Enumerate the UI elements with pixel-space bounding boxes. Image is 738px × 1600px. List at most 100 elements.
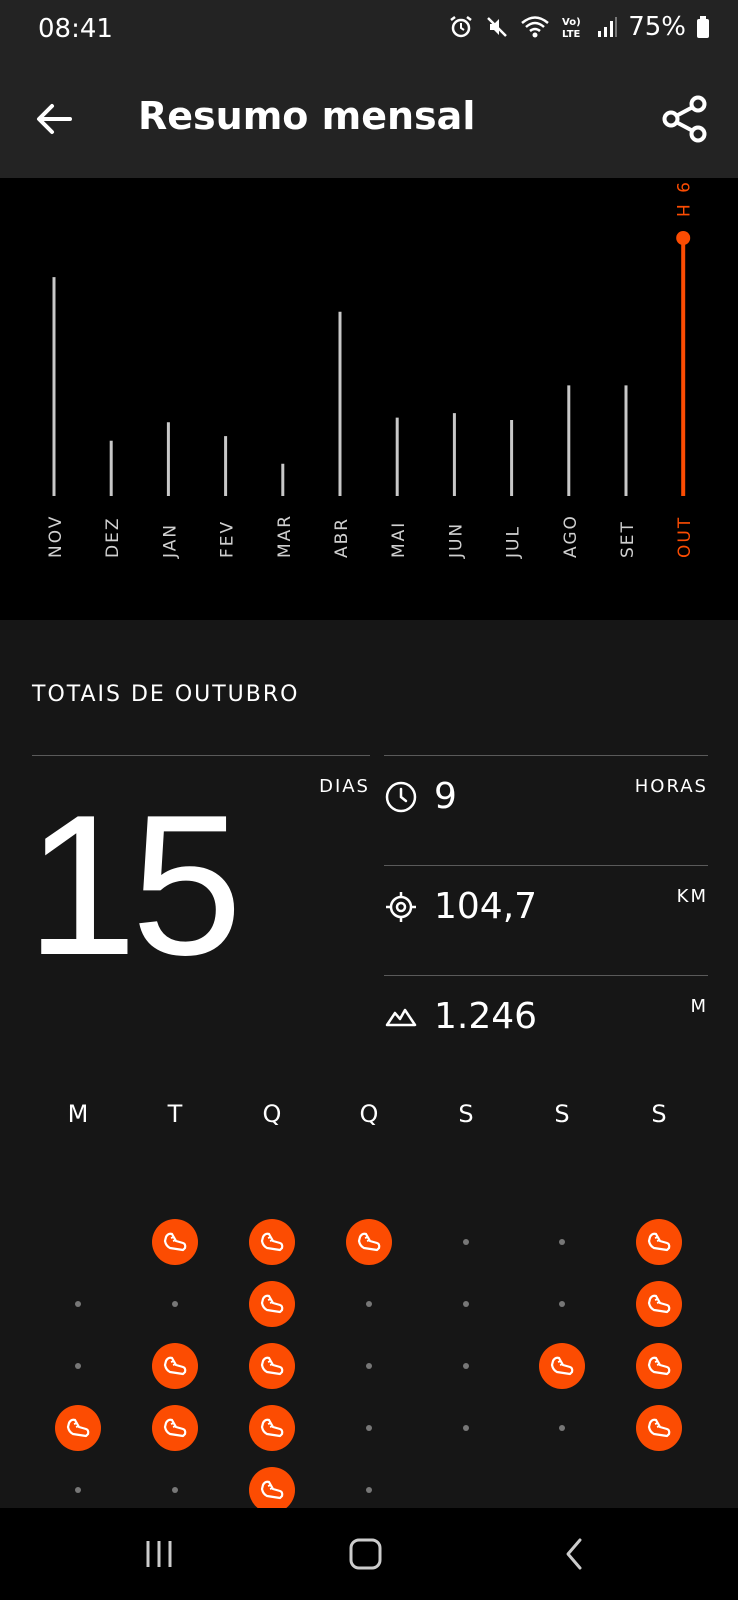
weekday-label: M [67,1100,89,1128]
month-label-mai[interactable]: MAI [389,521,409,558]
calendar-day-empty [539,1281,585,1327]
calendar-day-activity[interactable] [152,1219,198,1265]
running-shoe-icon [163,1232,187,1252]
month-label-jun[interactable]: JUN [446,522,466,559]
calendar-day-activity[interactable] [55,1405,101,1451]
month-label-jan[interactable]: JAN [160,523,180,559]
chart-svg: NOV DEZ JAN FEV MAR ABR MAI JUN JUL AGO SET OUT 9 H [46,182,695,559]
month-label-abr[interactable]: ABR [332,517,352,558]
running-shoe-icon [647,1232,671,1252]
clock-icon [385,781,417,813]
calendar-day-empty [55,1343,101,1389]
calendar-day-activity[interactable] [346,1219,392,1265]
recent-apps-button[interactable] [140,1536,180,1572]
activity-badge [636,1219,682,1265]
month-label-fev[interactable]: FEV [218,520,238,558]
back-button[interactable] [32,96,78,142]
weekday-label: Q [262,1100,282,1128]
day-dot [75,1487,81,1493]
distance-value: 104,7 [434,886,538,927]
month-label-jul[interactable]: JUL [504,525,524,559]
calendar-day-empty [55,1467,101,1513]
activity-badge [249,1343,295,1389]
status-icons: Vo) LTE 75% [448,12,710,42]
day-dot [463,1425,469,1431]
month-label-dez[interactable]: DEZ [103,517,123,558]
running-shoe-icon [66,1418,90,1438]
running-shoe-icon [647,1418,671,1438]
day-dot [172,1301,178,1307]
day-dot [172,1487,178,1493]
home-button[interactable] [346,1536,386,1572]
monthly-chart[interactable]: NOV DEZ JAN FEV MAR ABR MAI JUN JUL AGO SET OUT 9 H [0,178,738,620]
calendar-day-activity[interactable] [249,1219,295,1265]
activity-badge [346,1219,392,1265]
calendar-day-activity[interactable] [636,1281,682,1327]
calendar-day-activity[interactable] [539,1343,585,1389]
running-shoe-icon [260,1418,284,1438]
elevation-unit: M [690,996,708,1017]
mute-icon [487,17,508,37]
calendar-day-activity[interactable] [636,1405,682,1451]
calendar-day-activity[interactable] [249,1343,295,1389]
activity-badge [636,1343,682,1389]
calendar-day-activity[interactable] [249,1281,295,1327]
activity-badge [636,1405,682,1451]
status-time: 08:41 [38,14,113,44]
calendar-day-empty [539,1405,585,1451]
calendar-day-activity[interactable] [249,1467,295,1513]
home-icon [349,1538,382,1570]
back-chevron-icon [566,1538,582,1570]
activity-badge [539,1343,585,1389]
days-summary: DIAS 15 [26,755,370,1086]
running-shoe-icon [163,1418,187,1438]
calendar-day-activity[interactable] [249,1405,295,1451]
day-dot [463,1301,469,1307]
highlight-dot [676,231,691,245]
calendar-day-activity[interactable] [152,1405,198,1451]
day-dot [75,1363,81,1369]
calendar-day-activity[interactable] [152,1343,198,1389]
day-dot [366,1301,372,1307]
weekday-label: S [554,1100,570,1128]
calendar-day-activity[interactable] [636,1343,682,1389]
month-label-set[interactable]: SET [618,520,638,558]
days-value: 15 [26,774,242,997]
running-shoe-icon [550,1356,574,1376]
running-shoe-icon [357,1232,381,1252]
calendar-day-empty [443,1343,489,1389]
totals-title: TOTAIS DE OUTUBRO [32,682,300,707]
calendar-day-empty [152,1281,198,1327]
distance-unit: KM [676,886,708,907]
running-shoe-icon [260,1232,284,1252]
month-label-nov[interactable]: NOV [46,515,66,558]
calendar-day-empty [346,1343,392,1389]
calendar-day-empty [443,1405,489,1451]
activity-badge [152,1405,198,1451]
calendar-day-activity[interactable] [636,1219,682,1265]
activity-badge [152,1219,198,1265]
calendar-day-empty [55,1281,101,1327]
share-button[interactable] [660,94,710,144]
day-dot [559,1239,565,1245]
nav-back-button[interactable] [556,1536,596,1572]
stat-distance: 104,7 KM [384,865,708,974]
month-label-mar[interactable]: MAR [275,514,295,558]
share-icon [662,95,707,143]
target-icon [386,892,416,922]
battery-percent: 75% [628,12,686,42]
activity-badge [636,1281,682,1327]
day-dot [463,1363,469,1369]
running-shoe-icon [260,1294,284,1314]
month-label-ago[interactable]: AGO [561,514,581,558]
running-shoe-icon [260,1480,284,1500]
battery-icon [697,16,709,38]
day-dot [559,1425,565,1431]
activity-badge [152,1343,198,1389]
signal-icon [598,17,618,37]
calendar-day-empty [443,1281,489,1327]
day-dot [366,1425,372,1431]
month-label-out[interactable]: OUT [675,516,695,558]
stat-time: 9 HORAS [384,755,708,864]
weekday-label: T [167,1100,183,1128]
